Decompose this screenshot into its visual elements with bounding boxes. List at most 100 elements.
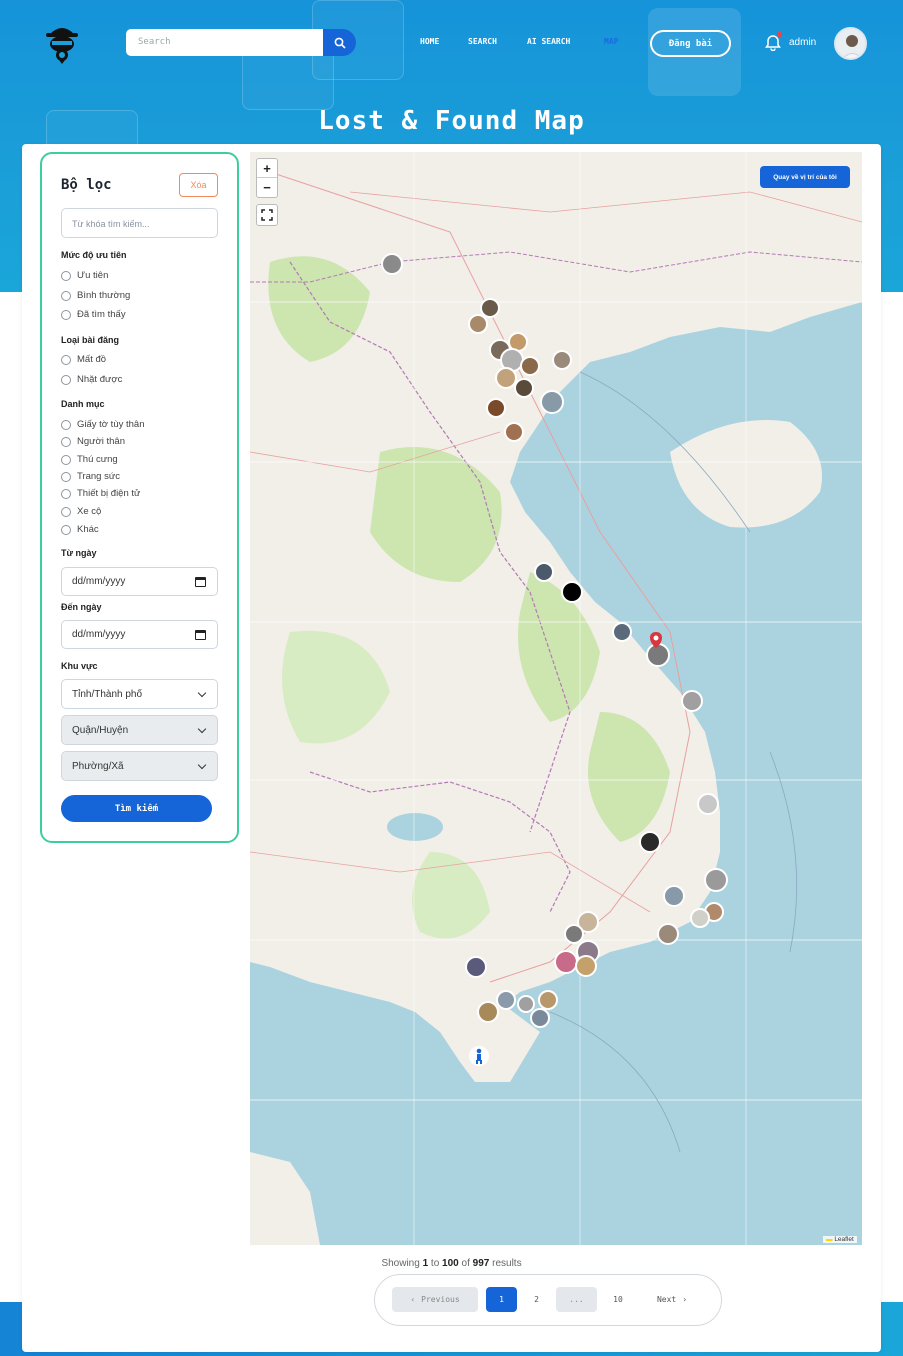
- chevron-right-icon: ›: [682, 1295, 688, 1304]
- attribution-label[interactable]: Leaflet: [834, 1236, 854, 1243]
- zoom-control: + −: [256, 158, 278, 198]
- radio-icon[interactable]: [61, 374, 71, 385]
- category-option-label: Thiết bị điện tử: [77, 488, 141, 499]
- from-date-value: dd/mm/yyyy: [72, 576, 126, 587]
- header-search-button[interactable]: [323, 29, 356, 56]
- nav-map[interactable]: MAP: [604, 37, 618, 46]
- zoom-out-button[interactable]: −: [257, 178, 277, 197]
- avatar[interactable]: [834, 27, 867, 60]
- chevron-left-icon: ‹: [410, 1295, 416, 1304]
- category-option-label: Khác: [77, 524, 99, 535]
- calendar-icon[interactable]: [195, 630, 206, 640]
- nav-search[interactable]: SEARCH: [468, 37, 497, 46]
- page-button[interactable]: 10: [601, 1287, 635, 1312]
- to-date-label: Đến ngày: [61, 602, 102, 612]
- ward-select-value: Phường/Xã: [72, 761, 124, 772]
- person-icon[interactable]: [469, 1046, 489, 1066]
- next-page-button[interactable]: Next ›: [639, 1287, 705, 1312]
- to-date-value: dd/mm/yyyy: [72, 629, 126, 640]
- category-option[interactable]: Người thân: [61, 436, 125, 447]
- priority-option-label: Đã tìm thấy: [77, 309, 126, 320]
- logo-icon[interactable]: [44, 22, 80, 64]
- category-option[interactable]: Thú cưng: [61, 454, 118, 465]
- map-attribution[interactable]: ▬ Leaflet: [823, 1236, 857, 1243]
- category-option-label: Giấy tờ tùy thân: [77, 419, 145, 430]
- locate-me-button[interactable]: Quay về vị trí của tôi: [760, 166, 850, 188]
- radio-icon[interactable]: [61, 354, 71, 365]
- header-search-input[interactable]: Search: [126, 29, 324, 56]
- province-select[interactable]: Tỉnh/Thành phố: [61, 679, 218, 709]
- keyword-input[interactable]: Từ khóa tìm kiếm...: [61, 208, 218, 238]
- category-option[interactable]: Giấy tờ tùy thân: [61, 419, 144, 430]
- category-option-label: Người thân: [77, 436, 125, 447]
- priority-option-label: Ưu tiên: [77, 270, 109, 281]
- radio-icon[interactable]: [61, 290, 71, 301]
- fullscreen-icon: [261, 209, 273, 221]
- radio-icon[interactable]: [61, 506, 71, 517]
- radio-icon[interactable]: [61, 309, 71, 320]
- results-to: 100: [442, 1258, 459, 1269]
- zoom-in-button[interactable]: +: [257, 159, 277, 178]
- map-tiles[interactable]: [250, 152, 862, 1245]
- clear-filter-button[interactable]: Xóa: [179, 173, 218, 197]
- radio-icon[interactable]: [61, 471, 71, 482]
- results-prefix: Showing: [381, 1258, 420, 1269]
- user-name[interactable]: admin: [789, 37, 816, 48]
- calendar-icon[interactable]: [195, 577, 206, 587]
- category-option[interactable]: Thiết bị điện tử: [61, 488, 140, 499]
- radio-icon[interactable]: [61, 488, 71, 499]
- previous-label: Previous: [421, 1295, 460, 1304]
- post-type-label: Loại bài đăng: [61, 335, 120, 345]
- fullscreen-button[interactable]: [256, 204, 278, 226]
- chevron-down-icon: [197, 760, 207, 770]
- category-option[interactable]: Trang sức: [61, 471, 120, 482]
- chevron-down-icon: [197, 724, 207, 734]
- category-label: Danh mục: [61, 399, 105, 409]
- nav-home[interactable]: HOME: [420, 37, 439, 46]
- nav-ai-search[interactable]: AI SEARCH: [527, 37, 570, 46]
- priority-option[interactable]: Đã tìm thấy: [61, 309, 126, 320]
- radio-icon[interactable]: [61, 454, 71, 465]
- category-option[interactable]: Xe cộ: [61, 506, 101, 517]
- previous-page-button[interactable]: ‹ Previous: [392, 1287, 478, 1312]
- post-type-option-label: Nhặt được: [77, 374, 123, 385]
- next-label: Next: [656, 1295, 677, 1304]
- category-option-label: Trang sức: [77, 471, 120, 482]
- results-total: 997: [472, 1258, 490, 1269]
- ward-select[interactable]: Phường/Xã: [61, 751, 218, 781]
- search-icon: [334, 37, 346, 49]
- post-type-option[interactable]: Nhặt được: [61, 374, 122, 385]
- radio-icon[interactable]: [61, 419, 71, 430]
- page-title: Lost & Found Map: [318, 106, 585, 136]
- category-option-label: Xe cộ: [77, 506, 102, 517]
- radio-icon[interactable]: [61, 436, 71, 447]
- priority-option[interactable]: Bình thường: [61, 290, 130, 301]
- radio-icon[interactable]: [61, 524, 71, 535]
- district-select[interactable]: Quận/Huyện: [61, 715, 218, 745]
- post-type-option-label: Mất đồ: [77, 354, 107, 365]
- results-from: 1: [422, 1258, 429, 1269]
- filter-search-button[interactable]: Tìm kiếm: [61, 795, 212, 822]
- area-label: Khu vực: [61, 661, 98, 671]
- page-button[interactable]: 2: [521, 1287, 552, 1312]
- post-button[interactable]: Đăng bài: [650, 30, 731, 57]
- results-summary: Showing 1 to 100 of 997 results: [0, 1258, 903, 1269]
- from-date-input[interactable]: dd/mm/yyyy: [61, 567, 218, 596]
- category-option[interactable]: Khác: [61, 524, 99, 535]
- results-of-word: of: [461, 1258, 470, 1269]
- priority-option-label: Bình thường: [77, 290, 131, 301]
- radio-icon[interactable]: [61, 270, 71, 281]
- filter-title: Bộ lọc: [61, 177, 112, 193]
- to-date-input[interactable]: dd/mm/yyyy: [61, 620, 218, 649]
- from-date-label: Từ ngày: [61, 548, 97, 558]
- results-suffix: results: [492, 1258, 522, 1269]
- priority-option[interactable]: Ưu tiên: [61, 270, 108, 281]
- notification-dot: [777, 32, 782, 37]
- page-ellipsis: ...: [556, 1287, 597, 1312]
- province-select-value: Tỉnh/Thành phố: [72, 689, 143, 700]
- priority-label: Mức độ ưu tiên: [61, 250, 127, 260]
- page-button[interactable]: 1: [486, 1287, 517, 1312]
- post-type-option[interactable]: Mất đồ: [61, 354, 106, 365]
- map-view[interactable]: [250, 152, 862, 1245]
- district-select-value: Quận/Huyện: [72, 725, 129, 736]
